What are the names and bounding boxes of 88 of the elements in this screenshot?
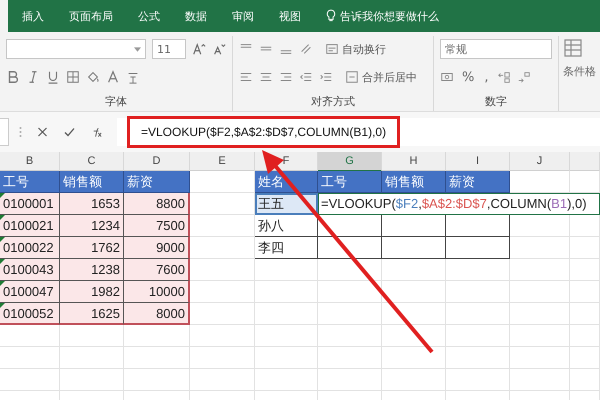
table-cell — [318, 215, 382, 237]
lightbulb-icon — [326, 9, 336, 23]
table-cell: 1762 — [60, 237, 124, 259]
column-header: 薪资 — [446, 171, 510, 193]
decrease-decimal-icon[interactable] — [516, 70, 530, 84]
bold-icon[interactable] — [6, 70, 20, 84]
table-cell: 8800 — [124, 193, 190, 215]
caret-icon — [134, 46, 141, 52]
table-cell: 1238 — [60, 259, 124, 281]
table-cell: 李四 — [255, 237, 318, 259]
group-label: 数字 — [484, 94, 508, 109]
table-cell: 9000 — [124, 237, 190, 259]
align-left-icon[interactable] — [239, 70, 253, 84]
table-cell: 0100043 — [0, 259, 60, 281]
table-cell: 孙八 — [255, 215, 318, 237]
ribbon-tab[interactable]: 页面布局 — [69, 8, 113, 24]
shrink-font-icon[interactable] — [212, 42, 226, 56]
table-cell: 1234 — [60, 215, 124, 237]
table-cell: 7600 — [124, 259, 190, 281]
conditional-format-button[interactable]: 条件格 — [563, 64, 596, 79]
table-cell: 1653 — [60, 193, 124, 215]
column-letter[interactable]: G — [318, 152, 382, 172]
error-indicator-icon — [0, 259, 5, 264]
grow-font-icon[interactable] — [192, 42, 206, 56]
comma-button[interactable]: , — [482, 70, 490, 84]
number-format-dropdown[interactable]: 常规 — [440, 39, 552, 59]
formula-input[interactable]: =VLOOKUP($F2,$A$2:$D$7,COLUMN(B1),0) — [117, 118, 600, 146]
column-header: 工号 — [0, 171, 60, 193]
table-cell: 10000 — [124, 281, 190, 303]
align-right-icon[interactable] — [279, 70, 293, 84]
grip-icon — [19, 126, 22, 138]
percent-button[interactable]: % — [460, 70, 476, 84]
underline-icon[interactable] — [46, 70, 60, 84]
column-header: 销售额 — [382, 171, 446, 193]
table-cell: 0100052 — [0, 303, 60, 325]
currency-icon[interactable] — [440, 70, 454, 84]
table-cell: 0100001 — [0, 193, 60, 215]
ribbon-tab[interactable]: 视图 — [279, 8, 301, 24]
decrease-indent-icon[interactable] — [299, 70, 313, 84]
column-letter[interactable]: J — [510, 152, 570, 172]
error-indicator-icon — [0, 215, 5, 220]
enter-check-icon[interactable] — [63, 126, 76, 138]
table-cell: 1982 — [60, 281, 124, 303]
table-cell: 0100022 — [0, 237, 60, 259]
table-cell — [382, 215, 446, 237]
error-indicator-icon — [0, 237, 5, 242]
align-center-icon[interactable] — [259, 70, 273, 84]
phonetic-icon[interactable] — [126, 70, 140, 84]
table-cell: 1625 — [60, 303, 124, 325]
increase-decimal-icon[interactable] — [496, 70, 510, 84]
table-cell: 8000 — [124, 303, 190, 325]
ribbon-tab[interactable]: 数据 — [185, 8, 207, 24]
column-header: 薪资 — [124, 171, 190, 193]
increase-indent-icon[interactable] — [319, 70, 333, 84]
group-label: 字体 — [104, 94, 128, 109]
orientation-icon[interactable] — [299, 42, 313, 56]
column-header: 工号 — [318, 171, 382, 193]
borders-icon[interactable] — [66, 70, 80, 84]
ribbon-tab[interactable]: 插入 — [22, 8, 44, 24]
cell-formula[interactable]: =VLOOKUP($F2,$A$2:$D$7,COLUMN(B1),0) — [318, 193, 600, 215]
table-cell: 7500 — [124, 215, 190, 237]
font-color-icon[interactable] — [106, 70, 120, 84]
column-header: 销售额 — [60, 171, 124, 193]
tell-me-search[interactable]: 告诉我你想要做什么 — [340, 8, 439, 24]
conditional-format-icon[interactable] — [563, 38, 583, 58]
merge-center-button[interactable]: 合并后居中 — [345, 70, 417, 84]
group-label: 对齐方式 — [310, 94, 356, 109]
merge-cells-icon — [345, 70, 359, 84]
error-indicator-icon — [0, 281, 5, 286]
fill-bucket-icon[interactable] — [86, 70, 100, 84]
font-size-dropdown[interactable]: 11 — [152, 39, 186, 59]
wrap-text-icon — [325, 42, 339, 56]
table-cell — [446, 215, 510, 237]
error-indicator-icon — [0, 193, 5, 198]
ribbon-tab[interactable]: 审阅 — [232, 8, 254, 24]
wrap-text-button[interactable]: 自动换行 — [325, 42, 386, 56]
ribbon-tab[interactable]: 公式 — [138, 8, 160, 24]
column-header: 姓名 — [255, 171, 318, 193]
table-cell: 0100047 — [0, 281, 60, 303]
table-cell — [446, 237, 510, 259]
name-box[interactable] — [0, 118, 9, 146]
table-cell: 王五 — [255, 193, 318, 215]
font-name-dropdown[interactable] — [6, 39, 146, 59]
table-cell — [318, 237, 382, 259]
table-cell — [382, 237, 446, 259]
error-indicator-icon — [0, 303, 5, 308]
cancel-icon[interactable] — [36, 126, 49, 138]
table-cell: 0100021 — [0, 215, 60, 237]
